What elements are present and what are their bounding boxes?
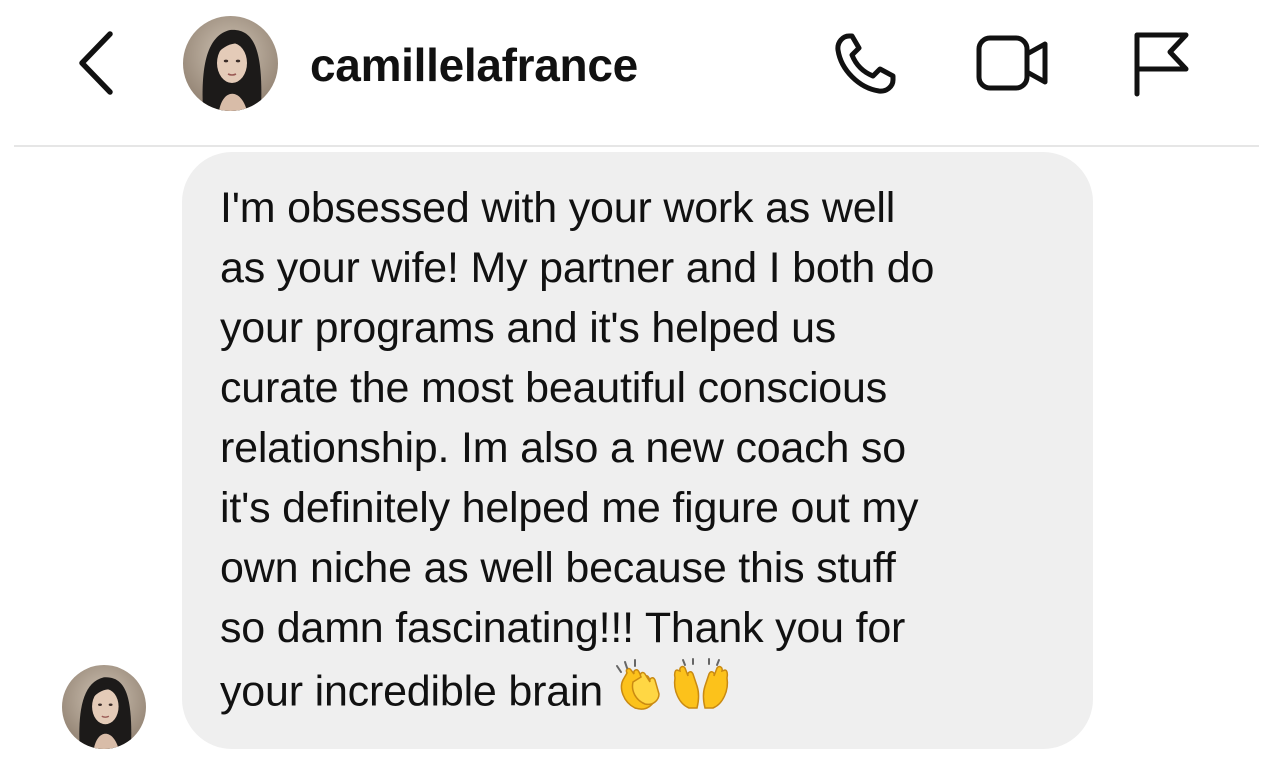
raising-hands-icon (673, 658, 729, 709)
sender-avatar[interactable] (62, 665, 146, 749)
message-bubble[interactable]: I'm obsessed with your work as well as y… (182, 152, 1093, 749)
call-button[interactable] (828, 28, 904, 98)
chat-header: camillelafrance (0, 0, 1273, 146)
phone-icon (835, 33, 896, 94)
chevron-left-icon (79, 31, 113, 95)
avatar[interactable] (183, 16, 278, 111)
video-camera-icon (976, 35, 1048, 91)
flag-icon (1134, 32, 1189, 97)
message-text: I'm obsessed with your work as well as y… (220, 184, 935, 716)
emoji-group (609, 658, 733, 730)
contact-username[interactable]: camillelafrance (310, 36, 638, 94)
report-button[interactable] (1126, 28, 1192, 98)
video-call-button[interactable] (972, 28, 1052, 98)
header-divider (14, 145, 1259, 147)
back-button[interactable] (66, 28, 126, 98)
clapping-hands-icon (616, 659, 660, 710)
message-text-container: I'm obsessed with your work as well as y… (220, 178, 1070, 730)
